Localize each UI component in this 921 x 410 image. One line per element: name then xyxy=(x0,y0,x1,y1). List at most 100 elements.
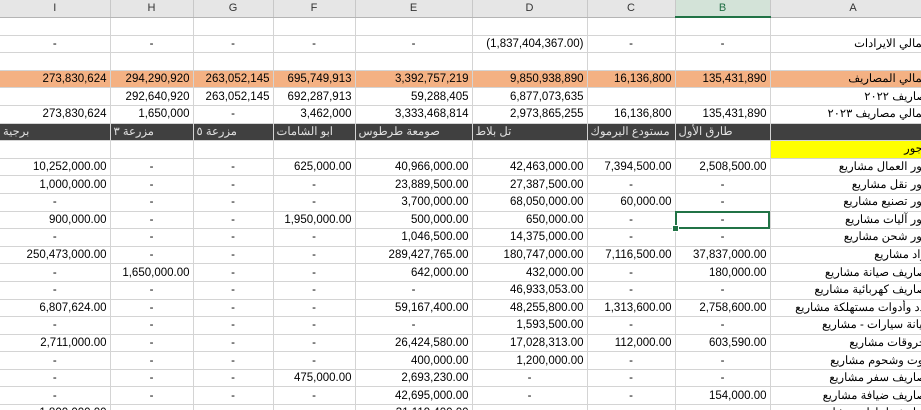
cell-d23[interactable] xyxy=(472,404,588,410)
cell-f23[interactable]: - xyxy=(273,404,356,410)
cell-g15[interactable]: - xyxy=(193,263,274,282)
cell-i5[interactable] xyxy=(0,87,111,106)
cell-i1[interactable] xyxy=(0,17,111,36)
cell-d15[interactable]: 432,000.00 xyxy=(472,263,588,282)
cell-g19[interactable]: - xyxy=(193,334,274,353)
cell-b20[interactable]: - xyxy=(675,351,771,370)
cell-c17[interactable]: 1,313,600.00 xyxy=(587,299,676,318)
cell-h2[interactable]: - xyxy=(110,35,194,54)
cell-g22[interactable]: - xyxy=(193,386,274,406)
cell-h20[interactable]: - xyxy=(110,351,194,370)
cell-d13[interactable]: 14,375,000.00 xyxy=(472,228,588,247)
cell-i4[interactable]: 273,830,624 xyxy=(0,70,111,89)
cell-a21[interactable]: مصاريف سفر مشاريع xyxy=(770,369,921,388)
cell-i19[interactable]: 2,711,000.00 xyxy=(0,334,111,353)
cell-i8[interactable] xyxy=(0,140,111,159)
column-header-e[interactable]: E xyxy=(355,0,473,18)
cell-f2[interactable]: - xyxy=(273,35,356,54)
cell-i23[interactable]: 1,800,000.00 xyxy=(0,404,111,410)
cell-g5[interactable]: 263,052,145 xyxy=(193,87,274,106)
cell-g14[interactable]: - xyxy=(193,246,274,265)
cell-d2[interactable]: (1,837,404,367.00) xyxy=(472,35,588,54)
cell-c22[interactable]: - xyxy=(587,386,676,406)
cell-b8[interactable] xyxy=(675,140,771,159)
cell-g11[interactable]: - xyxy=(193,193,274,212)
cell-b10[interactable]: - xyxy=(675,175,771,194)
cell-c13[interactable]: - xyxy=(587,228,676,247)
cell-d6[interactable]: 2,973,865,255 xyxy=(472,105,588,124)
cell-b12[interactable]: - xyxy=(675,211,771,230)
cell-g21[interactable]: - xyxy=(193,369,274,388)
cell-f3[interactable] xyxy=(273,52,356,71)
cell-c11[interactable]: 60,000.00 xyxy=(587,193,676,212)
cell-e22[interactable]: 42,695,000.00 xyxy=(355,386,473,406)
cell-b14[interactable]: 37,837,000.00 xyxy=(675,246,771,265)
cell-i7[interactable]: برجية xyxy=(0,123,111,142)
cell-a2[interactable]: اجمالي الايرادات xyxy=(770,35,921,54)
cell-e10[interactable]: 23,889,500.00 xyxy=(355,175,473,194)
cell-e16[interactable]: - xyxy=(355,281,473,300)
cell-h23[interactable]: - xyxy=(110,404,194,410)
cell-g17[interactable]: - xyxy=(193,299,274,318)
cell-i2[interactable]: - xyxy=(0,35,111,54)
cell-h22[interactable]: - xyxy=(110,386,194,406)
cell-a11[interactable]: أجور تصنيع مشاريع xyxy=(770,193,921,212)
cell-a15[interactable]: مصاريف صيانة مشاريع xyxy=(770,263,921,282)
cell-f13[interactable]: - xyxy=(273,228,356,247)
cell-b23[interactable] xyxy=(675,404,771,410)
cell-f4[interactable]: 695,749,913 xyxy=(273,70,356,89)
cell-b3[interactable] xyxy=(675,52,771,71)
cell-g23[interactable]: - xyxy=(193,404,274,410)
cell-g2[interactable]: - xyxy=(193,35,274,54)
cell-f14[interactable]: - xyxy=(273,246,356,265)
cell-c19[interactable]: 112,000.00 xyxy=(587,334,676,353)
cell-e20[interactable]: 400,000.00 xyxy=(355,351,473,370)
cell-e3[interactable] xyxy=(355,52,473,71)
cell-a13[interactable]: أجور شحن مشاريع xyxy=(770,228,921,247)
cell-g3[interactable] xyxy=(193,52,274,71)
cell-i12[interactable]: 900,000.00 xyxy=(0,211,111,230)
cell-d4[interactable]: 9,850,938,890 xyxy=(472,70,588,89)
cell-c7[interactable]: مستودع اليرموك xyxy=(587,123,676,142)
cell-a14[interactable]: مواد مشاريع xyxy=(770,246,921,265)
cell-d1[interactable] xyxy=(472,17,588,36)
cell-i21[interactable]: - xyxy=(0,369,111,388)
cell-c18[interactable]: - xyxy=(587,316,676,335)
cell-f22[interactable]: - xyxy=(273,386,356,406)
cell-d9[interactable]: 42,463,000.00 xyxy=(472,158,588,177)
cell-i10[interactable]: 1,000,000.00 xyxy=(0,175,111,194)
cell-e17[interactable]: 59,167,400.00 xyxy=(355,299,473,318)
cell-e9[interactable]: 40,966,000.00 xyxy=(355,158,473,177)
cell-e4[interactable]: 3,392,757,219 xyxy=(355,70,473,89)
cell-i9[interactable]: 10,252,000.00 xyxy=(0,158,111,177)
cell-f8[interactable] xyxy=(273,140,356,159)
cell-h5[interactable]: 292,640,920 xyxy=(110,87,194,106)
cell-f7[interactable]: ابو الشامات xyxy=(273,123,356,142)
cell-b21[interactable]: - xyxy=(675,369,771,388)
cell-a23[interactable]: مصاريف اجارات مشاريع xyxy=(770,404,921,410)
cell-c4[interactable]: 16,136,800 xyxy=(587,70,676,89)
cell-c1[interactable] xyxy=(587,17,676,36)
cell-i18[interactable]: - xyxy=(0,316,111,335)
column-header-a[interactable]: A xyxy=(770,0,921,18)
cell-d7[interactable]: تل بلاط xyxy=(472,123,588,142)
cell-c20[interactable]: - xyxy=(587,351,676,370)
cell-d17[interactable]: 48,255,800.00 xyxy=(472,299,588,318)
cell-g10[interactable]: - xyxy=(193,175,274,194)
cell-e1[interactable] xyxy=(355,17,473,36)
cell-h17[interactable]: - xyxy=(110,299,194,318)
cell-f18[interactable]: - xyxy=(273,316,356,335)
cell-b16[interactable]: - xyxy=(675,281,771,300)
cell-h12[interactable]: - xyxy=(110,211,194,230)
cell-b7[interactable]: طارق الأول xyxy=(675,123,771,142)
cell-e13[interactable]: 1,046,500.00 xyxy=(355,228,473,247)
cell-g6[interactable]: - xyxy=(193,105,274,124)
column-header-f[interactable]: F xyxy=(273,0,356,18)
cell-g20[interactable]: - xyxy=(193,351,274,370)
cell-d12[interactable]: 650,000.00 xyxy=(472,211,588,230)
cell-a8[interactable]: الأجور xyxy=(770,140,921,159)
column-header-g[interactable]: G xyxy=(193,0,274,18)
cell-b19[interactable]: 603,590.00 xyxy=(675,334,771,353)
cell-h8[interactable] xyxy=(110,140,194,159)
cell-i3[interactable] xyxy=(0,52,111,71)
